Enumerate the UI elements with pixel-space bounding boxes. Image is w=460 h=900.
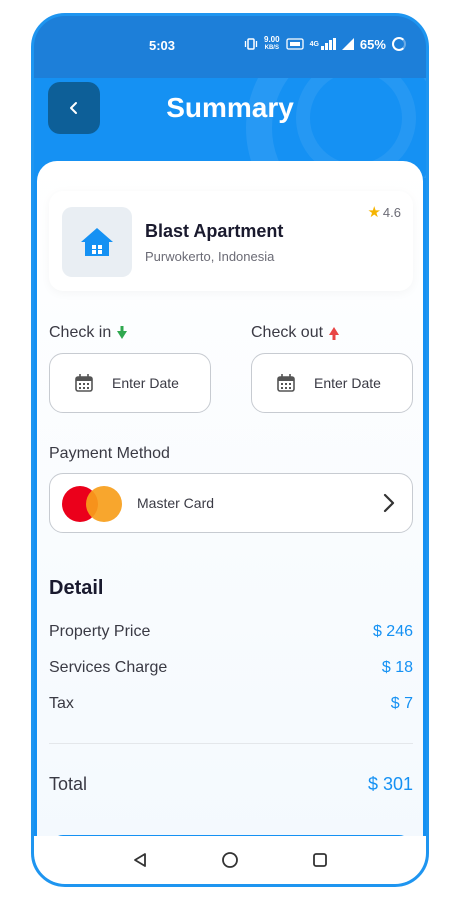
nav-back-button[interactable] [130, 850, 150, 870]
circle-home-icon [222, 852, 238, 868]
battery-percent: 65% [359, 36, 386, 52]
square-recents-icon [313, 853, 327, 867]
status-time: 5:03 [149, 38, 176, 53]
rating: ★ 4.6 [367, 203, 401, 221]
property-location: Purwokerto, Indonesia [145, 249, 275, 264]
status-icons: 9.00 KB/S 4G 65% [244, 36, 406, 52]
nav-home-button[interactable] [220, 850, 240, 870]
payment-method-selector[interactable]: Master Card [49, 473, 413, 533]
house-icon [81, 228, 113, 256]
detail-row-value: $ 18 [381, 659, 413, 676]
payment-method-label: Payment Method [49, 445, 170, 462]
system-navigation-bar [34, 836, 426, 884]
property-thumbnail [62, 207, 132, 277]
vibrate-icon [244, 38, 258, 50]
arrow-down-icon [117, 326, 128, 339]
detail-row-services-charge: Services Charge $ 18 [49, 659, 413, 677]
detail-row-label: Tax [49, 695, 74, 712]
volte-icon [285, 38, 304, 50]
detail-title: Detail [49, 577, 104, 599]
summary-sheet: Blast Apartment Purwokerto, Indonesia ★ … [37, 161, 423, 875]
triangle-back-icon [134, 853, 146, 867]
property-card[interactable]: Blast Apartment Purwokerto, Indonesia ★ … [49, 191, 413, 291]
check-out-date-input[interactable]: Enter Date [251, 353, 413, 413]
rating-value: 4.6 [382, 204, 401, 220]
page-title: Summary [166, 92, 294, 123]
net-speed-unit: KB/S [264, 45, 279, 51]
nav-recents-button[interactable] [310, 850, 330, 870]
calendar-icon [75, 374, 93, 392]
check-in-placeholder: Enter Date [112, 375, 179, 391]
check-in-date-input[interactable]: Enter Date [49, 353, 211, 413]
total-value: $ 301 [367, 774, 413, 794]
status-bar: 5:03 9.00 KB/S 4G 65% [34, 16, 426, 78]
net-speed-value: 9.00 [264, 35, 280, 44]
phone-frame: 5:03 9.00 KB/S 4G 65% Summary Blast Apar… [31, 13, 429, 887]
arrow-up-icon [329, 327, 340, 340]
detail-row-tax: Tax $ 7 [49, 695, 413, 713]
check-in-label: Check in [49, 324, 128, 342]
detail-row-label: Property Price [49, 623, 151, 640]
detail-row-value: $ 246 [372, 623, 413, 640]
total-row: Total $ 301 [49, 774, 413, 795]
mastercard-logo-icon [62, 486, 122, 522]
check-out-label: Check out [251, 324, 340, 342]
total-label: Total [49, 774, 88, 794]
property-name: Blast Apartment [145, 221, 284, 241]
check-in-label-text: Check in [49, 324, 112, 341]
check-out-label-text: Check out [251, 324, 324, 341]
mastercard-orange-circle [86, 486, 122, 522]
signal-icon [320, 38, 336, 50]
chevron-right-icon [383, 493, 395, 513]
payment-method-name: Master Card [137, 495, 215, 511]
check-out-placeholder: Enter Date [314, 375, 381, 391]
network-type: 4G [309, 40, 319, 48]
detail-row-label: Services Charge [49, 659, 168, 676]
net-speed: 9.00 KB/S [264, 36, 280, 52]
calendar-icon [277, 374, 295, 392]
signal-triangle-icon [341, 38, 354, 50]
battery-icon [391, 37, 406, 51]
star-icon: ★ [367, 204, 381, 221]
detail-row-property-price: Property Price $ 246 [49, 623, 413, 641]
divider [49, 743, 413, 744]
detail-row-value: $ 7 [390, 695, 413, 712]
